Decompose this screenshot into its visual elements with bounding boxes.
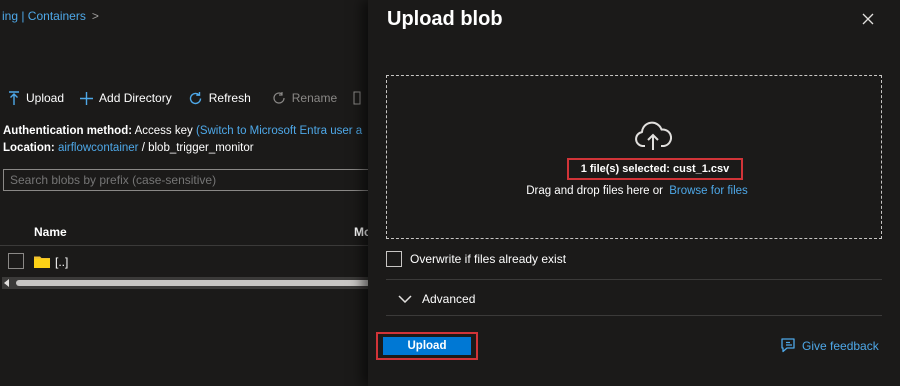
refresh-icon [189,91,201,104]
upload-blob-panel: Upload blob 1 file(s) selected: cust_1.c… [368,0,900,386]
row-name[interactable]: [..] [55,255,68,269]
divider [386,315,882,316]
container-link[interactable]: airflowcontainer [58,142,139,154]
selected-files-text: 1 file(s) selected: cust_1.csv [567,158,743,180]
upload-toolbar-button[interactable]: Upload [0,84,72,112]
refresh-label: Refresh [208,91,251,105]
add-directory-button[interactable]: Add Directory [72,84,180,112]
breadcrumb[interactable]: ing | Containers > [2,9,99,23]
give-feedback-link[interactable]: Give feedback [780,338,879,353]
switch-auth-link[interactable]: (Switch to Microsoft Entra user a [196,125,362,137]
overwrite-label: Overwrite if files already exist [410,252,567,266]
horizontal-scrollbar[interactable] [2,277,368,289]
table-header: Name Mo [0,218,368,246]
file-dropzone[interactable]: 1 file(s) selected: cust_1.csv Drag and … [386,75,882,239]
location-info: Location: airflowcontainer / blob_trigge… [3,142,254,154]
overflow-toolbar-item[interactable] [345,84,368,112]
rename-label: Rename [291,91,338,105]
drag-drop-label: Drag and drop files here or [526,185,663,197]
folder-icon [34,256,50,268]
plus-icon [80,91,94,105]
search-input[interactable] [3,169,368,191]
rename-icon [273,92,285,104]
scroll-left-arrow-icon[interactable] [4,279,9,287]
advanced-toggle[interactable]: Advanced [398,292,475,306]
column-header-modified[interactable]: Mo [354,225,368,239]
overwrite-checkbox[interactable] [386,251,402,267]
feedback-icon [781,338,795,353]
close-icon[interactable] [862,13,874,25]
row-checkbox[interactable] [8,253,24,269]
storage-browser-blade: ing | Containers > Upload Add Directory R… [0,0,368,386]
auth-value: Access key [134,125,193,137]
upload-button-highlight: Upload [376,332,478,360]
location-path: / blob_trigger_monitor [141,142,254,154]
upload-toolbar-label: Upload [26,91,65,105]
advanced-label: Advanced [422,292,476,306]
divider [386,279,882,280]
location-label: Location: [3,142,55,154]
upload-button[interactable]: Upload [383,337,471,355]
add-directory-label: Add Directory [99,91,172,105]
drag-drop-text: Drag and drop files here or Browse for f… [387,185,881,197]
document-icon [353,91,361,105]
chevron-down-icon [398,295,412,303]
overwrite-option[interactable]: Overwrite if files already exist [386,251,566,267]
breadcrumb-chevron: > [91,9,99,23]
table-row[interactable]: [..] [0,250,368,274]
upload-icon [9,91,19,105]
breadcrumb-containers[interactable]: ing | Containers [2,9,86,23]
toolbar: Upload Add Directory Refresh Rename [0,84,368,112]
give-feedback-label: Give feedback [802,338,879,353]
authentication-info: Authentication method: Access key (Switc… [3,125,362,137]
scrollbar-thumb[interactable] [16,280,368,286]
rename-button[interactable]: Rename [264,84,345,112]
cloud-upload-icon [635,121,672,150]
panel-title: Upload blob [387,8,503,30]
auth-label: Authentication method: [3,125,133,137]
browse-files-link[interactable]: Browse for files [669,185,748,197]
column-header-name[interactable]: Name [34,225,67,239]
refresh-button[interactable]: Refresh [180,84,259,112]
